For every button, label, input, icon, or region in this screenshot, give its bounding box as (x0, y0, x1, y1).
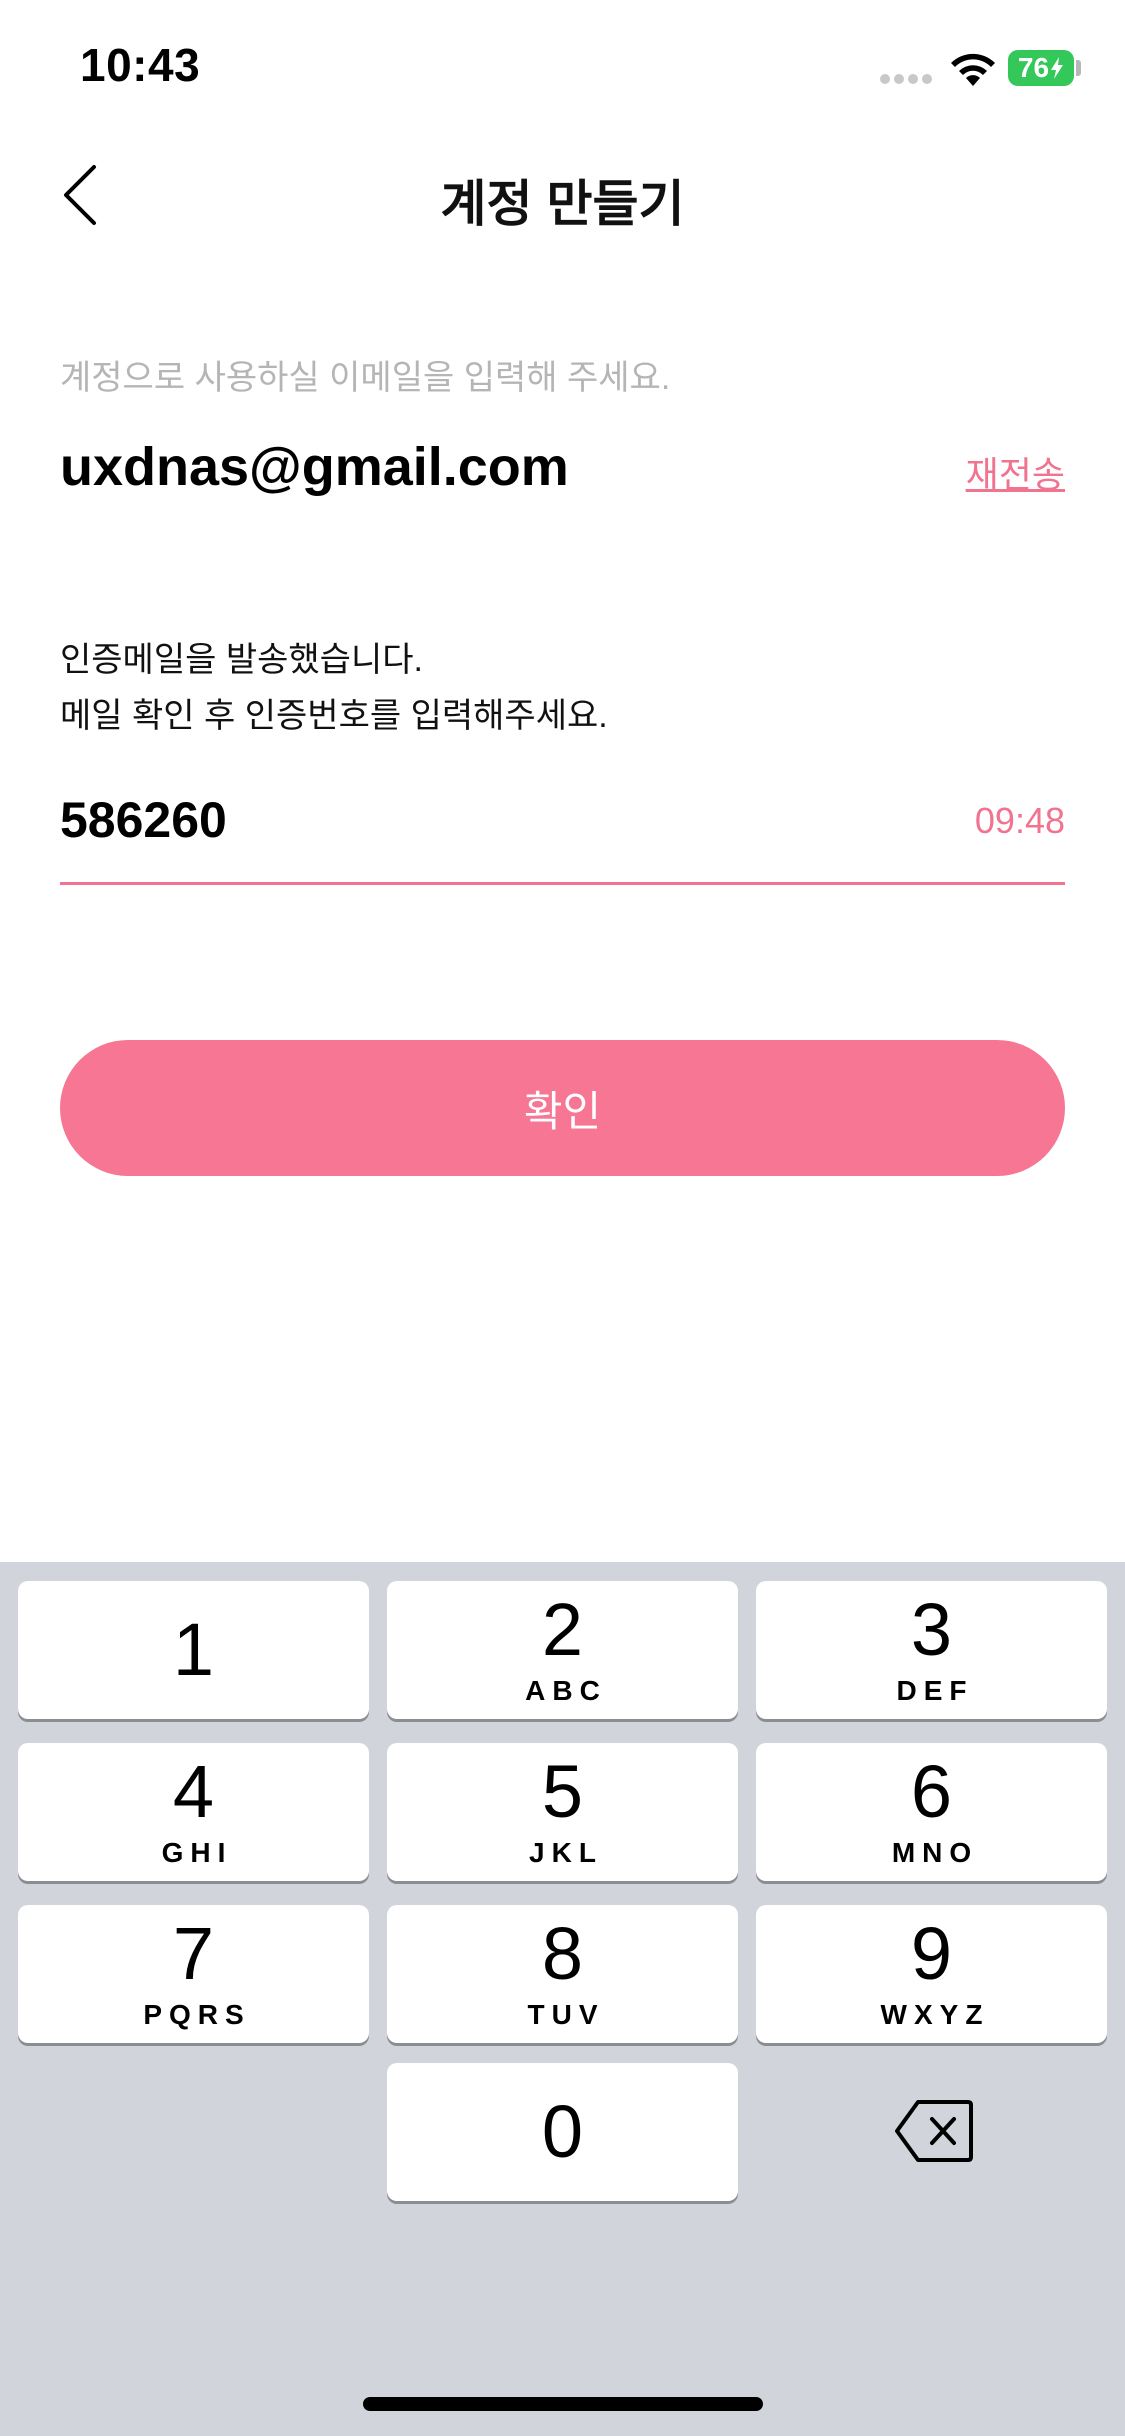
page-title: 계정 만들기 (440, 176, 685, 232)
cellular-signal-icon (880, 74, 936, 84)
key-number: 7 (172, 1912, 215, 1995)
key-number: 3 (910, 1588, 953, 1671)
resend-button[interactable]: 재전송 (966, 446, 1065, 498)
battery-level: 76 (1017, 52, 1050, 83)
countdown-timer: 09:48 (974, 800, 1065, 841)
key-letters: ABC (525, 1675, 607, 1706)
confirm-button[interactable]: 확인 (60, 1040, 1065, 1176)
key-number: 9 (910, 1912, 953, 1995)
backspace-icon[interactable] (894, 2098, 974, 2164)
status-time: 10:43 (80, 39, 201, 91)
key-number: 2 (541, 1588, 584, 1671)
key-letters: TUV (527, 1999, 605, 2030)
key-letters: MNO (891, 1837, 979, 1868)
key-3[interactable]: 3 DEF (756, 1581, 1107, 1719)
battery-tip (1076, 60, 1081, 76)
key-2[interactable]: 2 ABC (387, 1581, 738, 1719)
key-letters: PQRS (143, 1999, 251, 2030)
key-number: 8 (541, 1912, 584, 1995)
key-number: 1 (172, 1608, 215, 1691)
key-letters: GHI (161, 1837, 233, 1868)
verification-message-line1: 인증메일을 발송했습니다. (60, 641, 423, 679)
key-letters: JKL (529, 1837, 603, 1868)
key-0[interactable]: 0 (387, 2063, 738, 2201)
email-value: uxdnas@gmail.com (60, 437, 569, 497)
key-1[interactable]: 1 (18, 1581, 369, 1719)
key-7[interactable]: 7 PQRS (18, 1905, 369, 2043)
key-number: 0 (541, 2090, 584, 2173)
key-6[interactable]: 6 MNO (756, 1743, 1107, 1881)
verification-message-line2: 메일 확인 후 인증번호를 입력해주세요. (60, 697, 608, 735)
key-letters: WXYZ (880, 1999, 990, 2030)
charging-bolt-icon (1051, 57, 1064, 79)
key-5[interactable]: 5 JKL (387, 1743, 738, 1881)
key-number: 4 (172, 1750, 215, 1833)
key-9[interactable]: 9 WXYZ (756, 1905, 1107, 2043)
battery-icon: 76 (1008, 50, 1074, 86)
key-number: 6 (910, 1750, 953, 1833)
key-number: 5 (541, 1750, 584, 1833)
home-indicator (363, 2397, 763, 2411)
verification-code-input[interactable] (60, 790, 820, 850)
key-4[interactable]: 4 GHI (18, 1743, 369, 1881)
code-input-underline (60, 882, 1065, 885)
email-hint: 계정으로 사용하실 이메일을 입력해 주세요. (60, 359, 671, 397)
key-8[interactable]: 8 TUV (387, 1905, 738, 2043)
wifi-icon (951, 53, 995, 86)
key-letters: DEF (896, 1675, 974, 1706)
